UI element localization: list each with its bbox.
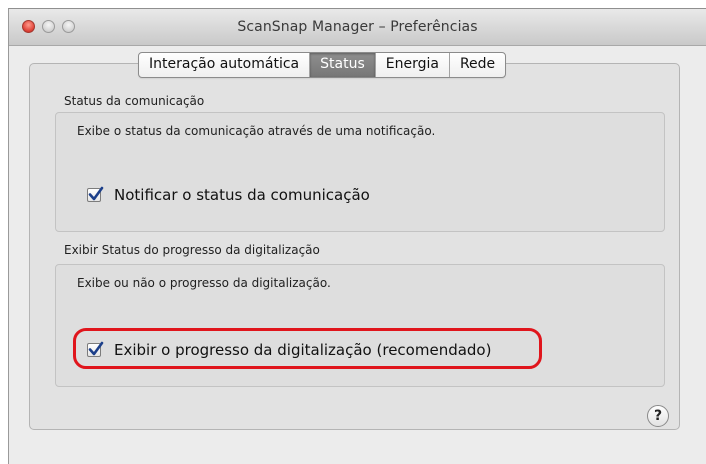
help-icon: ?: [653, 408, 663, 424]
communication-status-description: Exibe o status da comunicação através de…: [77, 124, 436, 138]
communication-status-section-title: Status da comunicação: [64, 94, 205, 108]
checkmark-icon: [88, 186, 104, 201]
tab-energia[interactable]: Energia: [376, 53, 450, 77]
notify-communication-status-label[interactable]: Notificar o status da comunicação: [114, 186, 370, 204]
highlight-annotation: [73, 328, 542, 369]
tab-status[interactable]: Status: [310, 53, 376, 77]
help-button[interactable]: ?: [647, 405, 669, 427]
notify-communication-status-checkbox[interactable]: [87, 186, 104, 202]
scan-progress-section-title: Exibir Status do progresso da digitaliza…: [64, 243, 320, 257]
scan-progress-description: Exibe ou não o progresso da digitalizaçã…: [77, 276, 331, 290]
tab-rede[interactable]: Rede: [450, 53, 505, 77]
title-bar[interactable]: ScanSnap Manager – Preferências: [9, 9, 706, 46]
notify-communication-status-option[interactable]: Notificar o status da comunicação: [87, 186, 370, 204]
preference-tabs: Interação automática Status Energia Rede: [138, 52, 507, 78]
tab-interacao-automatica[interactable]: Interação automática: [139, 53, 311, 77]
window-title: ScanSnap Manager – Preferências: [237, 19, 478, 35]
